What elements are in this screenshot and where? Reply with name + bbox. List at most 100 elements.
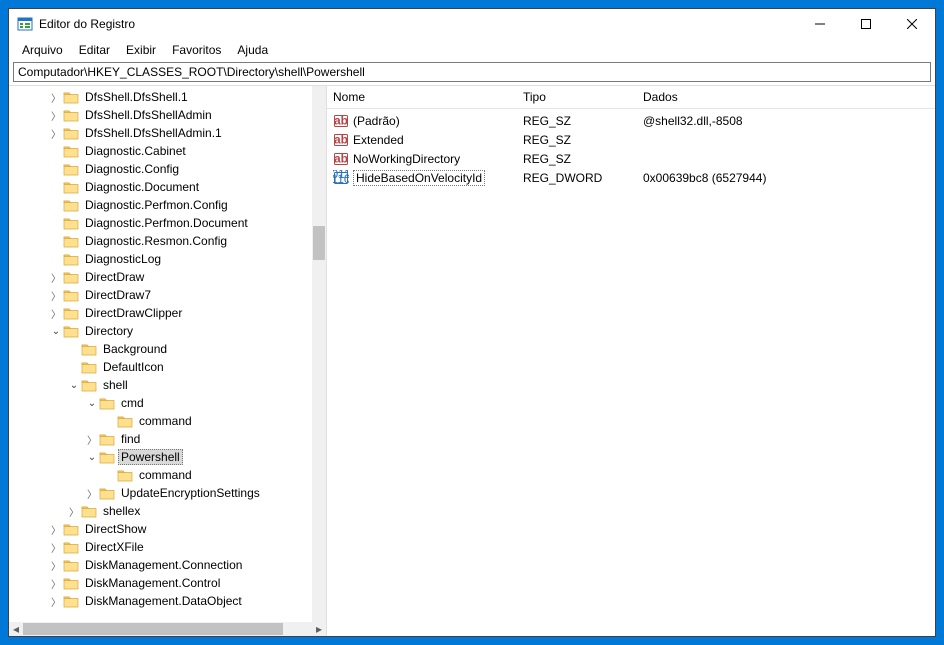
tree-row[interactable]: 〉 DiskManagement.DataObject — [9, 592, 312, 610]
tree-row[interactable]: DefaultIcon — [9, 358, 312, 376]
tree-row[interactable]: 〉 shellex — [9, 502, 312, 520]
tree-node-label[interactable]: DfsShell.DfsShell.1 — [82, 90, 191, 104]
chevron-right-icon[interactable]: 〉 — [49, 594, 63, 608]
column-data[interactable]: Dados — [637, 86, 935, 108]
scroll-right-icon[interactable]: ▸ — [312, 622, 326, 636]
tree-node-label[interactable]: DirectDraw — [82, 270, 147, 284]
value-row[interactable]: 011110HideBasedOnVelocityIdREG_DWORD0x00… — [327, 168, 935, 187]
tree-row[interactable]: Diagnostic.Document — [9, 178, 312, 196]
close-button[interactable] — [889, 9, 935, 39]
scrollbar-thumb[interactable] — [313, 226, 325, 260]
tree-row[interactable]: command — [9, 412, 312, 430]
tree-node-label[interactable]: DirectDraw7 — [82, 288, 154, 302]
tree-row[interactable]: 〉 DfsShell.DfsShellAdmin — [9, 106, 312, 124]
tree-node-label[interactable]: command — [136, 414, 195, 428]
chevron-right-icon[interactable]: 〉 — [49, 558, 63, 572]
menu-favorites[interactable]: Favoritos — [165, 41, 228, 59]
value-name[interactable]: HideBasedOnVelocityId — [353, 170, 485, 186]
tree-node-label[interactable]: find — [118, 432, 143, 446]
chevron-right-icon[interactable]: 〉 — [49, 576, 63, 590]
chevron-right-icon[interactable]: 〉 — [49, 270, 63, 284]
tree-row[interactable]: ⌄ shell — [9, 376, 312, 394]
menu-edit[interactable]: Editar — [72, 41, 117, 59]
chevron-right-icon[interactable]: 〉 — [49, 90, 63, 104]
tree-row[interactable]: 〉 DirectXFile — [9, 538, 312, 556]
titlebar[interactable]: Editor do Registro — [9, 9, 935, 39]
tree-row[interactable]: ⌄ Directory — [9, 322, 312, 340]
tree-node-label[interactable]: DirectShow — [82, 522, 149, 536]
value-row[interactable]: abNoWorkingDirectoryREG_SZ — [327, 149, 935, 168]
tree-row[interactable]: 〉 DirectDrawClipper — [9, 304, 312, 322]
tree-node-label[interactable]: DiskManagement.Control — [82, 576, 223, 590]
tree-node-label[interactable]: Diagnostic.Config — [82, 162, 182, 176]
tree-row[interactable]: 〉 DfsShell.DfsShell.1 — [9, 88, 312, 106]
maximize-button[interactable] — [843, 9, 889, 39]
value-name[interactable]: Extended — [353, 133, 404, 147]
values-header[interactable]: Nome Tipo Dados — [327, 86, 935, 109]
chevron-right-icon[interactable]: 〉 — [85, 432, 99, 446]
tree-row[interactable]: 〉 DiskManagement.Connection — [9, 556, 312, 574]
tree-row[interactable]: command — [9, 466, 312, 484]
tree-row[interactable]: ⌄ cmd — [9, 394, 312, 412]
chevron-down-icon[interactable]: ⌄ — [67, 378, 81, 392]
tree-node-label[interactable]: DfsShell.DfsShellAdmin — [82, 108, 215, 122]
tree-row[interactable]: ⌄ Powershell — [9, 448, 312, 466]
tree-node-label[interactable]: shell — [100, 378, 131, 392]
tree-node-label[interactable]: Diagnostic.Perfmon.Config — [82, 198, 231, 212]
tree-row[interactable]: 〉 DirectShow — [9, 520, 312, 538]
tree-node-label[interactable]: shellex — [100, 504, 143, 518]
chevron-down-icon[interactable]: ⌄ — [85, 450, 99, 464]
chevron-right-icon[interactable]: 〉 — [49, 108, 63, 122]
tree-row[interactable]: Diagnostic.Perfmon.Config — [9, 196, 312, 214]
chevron-right-icon[interactable]: 〉 — [85, 486, 99, 500]
values-list[interactable]: ab(Padrão)REG_SZ@shell32.dll,-8508abExte… — [327, 109, 935, 636]
tree-row[interactable]: Diagnostic.Resmon.Config — [9, 232, 312, 250]
tree-node-label[interactable]: Powershell — [118, 449, 183, 465]
tree-node-label[interactable]: Diagnostic.Resmon.Config — [82, 234, 230, 248]
tree-node-label[interactable]: DiskManagement.Connection — [82, 558, 245, 572]
tree-row[interactable]: 〉 DirectDraw — [9, 268, 312, 286]
tree-node-label[interactable]: DiagnosticLog — [82, 252, 164, 266]
value-row[interactable]: abExtendedREG_SZ — [327, 130, 935, 149]
address-bar[interactable]: Computador\HKEY_CLASSES_ROOT\Directory\s… — [13, 62, 931, 82]
tree-node-label[interactable]: command — [136, 468, 195, 482]
chevron-right-icon[interactable]: 〉 — [49, 540, 63, 554]
tree-horizontal-scrollbar[interactable]: ◂ ▸ — [9, 622, 326, 636]
registry-tree[interactable]: 〉 DfsShell.DfsShell.1 〉 DfsShell.DfsShellAd… — [9, 86, 312, 622]
tree-row[interactable]: Diagnostic.Cabinet — [9, 142, 312, 160]
tree-node-label[interactable]: Diagnostic.Cabinet — [82, 144, 189, 158]
minimize-button[interactable] — [797, 9, 843, 39]
chevron-right-icon[interactable]: 〉 — [49, 522, 63, 536]
tree-row[interactable]: 〉 DfsShell.DfsShellAdmin.1 — [9, 124, 312, 142]
value-name[interactable]: (Padrão) — [353, 114, 400, 128]
tree-node-label[interactable]: DfsShell.DfsShellAdmin.1 — [82, 126, 225, 140]
value-row[interactable]: ab(Padrão)REG_SZ@shell32.dll,-8508 — [327, 111, 935, 130]
tree-node-label[interactable]: cmd — [118, 396, 147, 410]
tree-row[interactable]: DiagnosticLog — [9, 250, 312, 268]
tree-node-label[interactable]: Background — [100, 342, 170, 356]
tree-node-label[interactable]: Diagnostic.Perfmon.Document — [82, 216, 251, 230]
tree-node-label[interactable]: DirectXFile — [82, 540, 147, 554]
chevron-down-icon[interactable]: ⌄ — [49, 324, 63, 338]
column-name[interactable]: Nome — [327, 86, 517, 108]
tree-node-label[interactable]: DefaultIcon — [100, 360, 167, 374]
tree-row[interactable]: 〉DirectDraw7 — [9, 286, 312, 304]
column-type[interactable]: Tipo — [517, 86, 637, 108]
tree-node-label[interactable]: DiskManagement.DataObject — [82, 594, 245, 608]
chevron-right-icon[interactable]: 〉 — [49, 306, 63, 320]
tree-node-label[interactable]: Directory — [82, 324, 136, 338]
scrollbar-thumb[interactable] — [23, 623, 283, 635]
tree-node-label[interactable]: DirectDrawClipper — [82, 306, 185, 320]
menu-view[interactable]: Exibir — [119, 41, 163, 59]
tree-row[interactable]: Diagnostic.Perfmon.Document — [9, 214, 312, 232]
tree-row[interactable]: 〉 find — [9, 430, 312, 448]
chevron-right-icon[interactable]: 〉 — [49, 126, 63, 140]
value-name[interactable]: NoWorkingDirectory — [353, 152, 460, 166]
tree-row[interactable]: Diagnostic.Config — [9, 160, 312, 178]
chevron-down-icon[interactable]: ⌄ — [85, 396, 99, 410]
scroll-left-icon[interactable]: ◂ — [9, 622, 23, 636]
menu-file[interactable]: Arquivo — [15, 41, 70, 59]
tree-row[interactable]: 〉 UpdateEncryptionSettings — [9, 484, 312, 502]
chevron-right-icon[interactable]: 〉 — [67, 504, 81, 518]
tree-node-label[interactable]: UpdateEncryptionSettings — [118, 486, 263, 500]
